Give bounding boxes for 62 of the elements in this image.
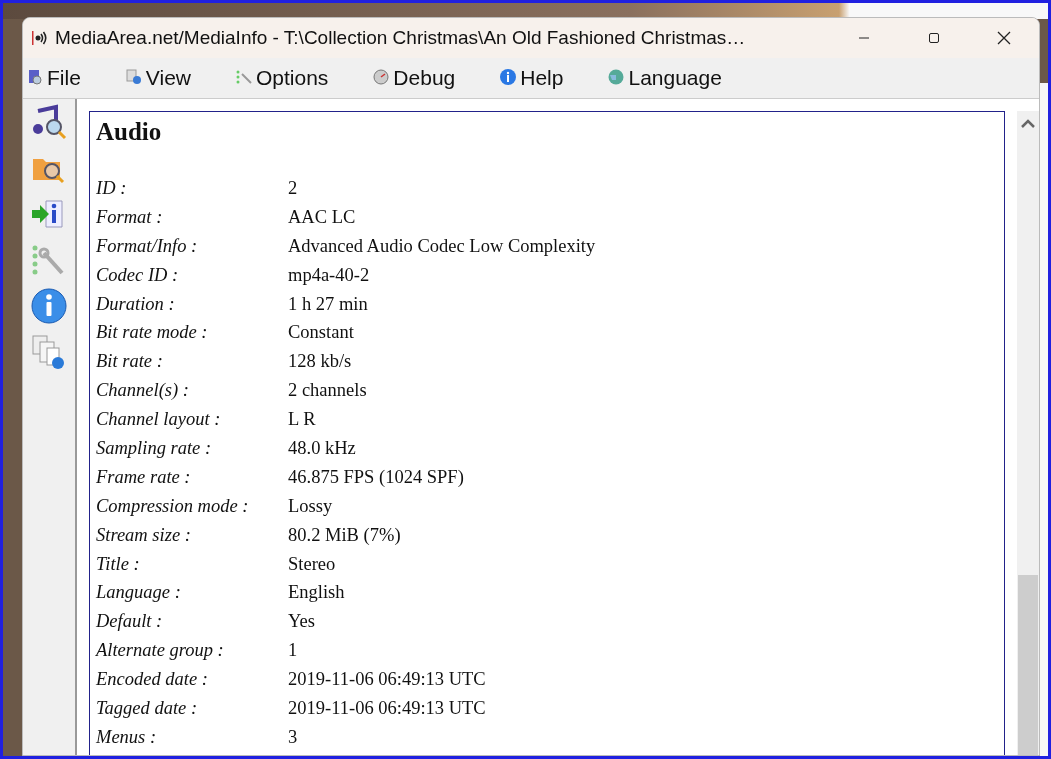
- menu-item[interactable]: Debug: [372, 66, 456, 90]
- field-label: Alternate group :: [96, 640, 225, 662]
- field-label: Frame rate :: [96, 466, 192, 488]
- field-label: Stream size :: [96, 524, 192, 546]
- field-value: 1 h 27 min: [288, 293, 368, 315]
- field-value: 2: [288, 177, 298, 199]
- field-value: 1: [288, 640, 298, 662]
- menu-item[interactable]: Language: [607, 66, 722, 90]
- field-value: Lossy: [288, 495, 333, 517]
- app-icon: [31, 29, 49, 47]
- maximize-icon: [928, 32, 940, 44]
- menu-item[interactable]: Options: [235, 66, 329, 90]
- field-value: mp4a-40-2: [288, 264, 370, 286]
- section-heading: Audio: [96, 118, 163, 146]
- menu-item[interactable]: File: [26, 66, 81, 90]
- field-label: Format/Info :: [96, 235, 199, 257]
- info-icon[interactable]: [30, 287, 68, 325]
- field-label: Encoded date :: [96, 669, 209, 691]
- field-value: 128 kb/s: [288, 351, 352, 373]
- field-label: Menus :: [96, 726, 158, 748]
- field-value: Advanced Audio Codec Low Complexity: [288, 235, 596, 257]
- field-value: Yes: [288, 611, 315, 633]
- document-magnifier-icon: [26, 68, 44, 86]
- field-label: Channel(s) :: [96, 380, 190, 402]
- menu-item[interactable]: Help: [499, 66, 564, 90]
- pages-icon: [124, 68, 143, 86]
- globe-icon: [607, 68, 626, 86]
- wrench-list-icon: [235, 68, 253, 86]
- field-value: English: [288, 582, 345, 604]
- field-label: Sampling rate :: [96, 437, 213, 459]
- field-label: Tagged date :: [96, 697, 199, 719]
- field-label: Channel layout :: [96, 409, 222, 431]
- scrollbar-thumb[interactable]: [1018, 575, 1038, 755]
- info-icon: [499, 68, 518, 86]
- field-value: Constant: [288, 322, 354, 344]
- field-label: Language :: [96, 582, 182, 604]
- field-label: Codec ID :: [96, 264, 180, 286]
- menu-item[interactable]: View: [124, 66, 191, 90]
- field-value: 2019-11-06 06:49:13 UTC: [288, 669, 486, 691]
- field-value: 2 channels: [288, 380, 367, 402]
- field-value: 80.2 MiB (7%): [288, 524, 401, 546]
- field-label: ID :: [96, 177, 128, 199]
- field-label: Bit rate mode :: [96, 322, 209, 344]
- field-value: 48.0 kHz: [288, 437, 356, 459]
- field-value: 46.875 FPS (1024 SPF): [288, 466, 464, 488]
- scroll-up-icon[interactable]: [1021, 119, 1035, 129]
- field-label: Compression mode :: [96, 495, 250, 517]
- field-value: 2019-11-06 06:49:13 UTC: [288, 697, 486, 719]
- close-icon: [997, 31, 1011, 45]
- field-value: L R: [288, 409, 316, 431]
- window-title: MediaArea.net/MediaInfo - T:\Collection Christmas\An Old Fashioned Christmas…: [55, 27, 747, 49]
- scrollbar[interactable]: [1017, 111, 1039, 755]
- field-label: Title :: [96, 553, 141, 575]
- field-value: 3: [288, 726, 298, 748]
- field-label: Bit rate :: [96, 351, 164, 373]
- field-value: Stereo: [288, 553, 336, 575]
- gauge-icon: [372, 68, 391, 86]
- field-value: AAC LC: [288, 206, 356, 228]
- music-magnifier-icon[interactable]: [30, 103, 68, 141]
- field-label: Format :: [96, 206, 164, 228]
- field-label: Duration :: [96, 293, 176, 315]
- field-label: Default :: [96, 611, 164, 633]
